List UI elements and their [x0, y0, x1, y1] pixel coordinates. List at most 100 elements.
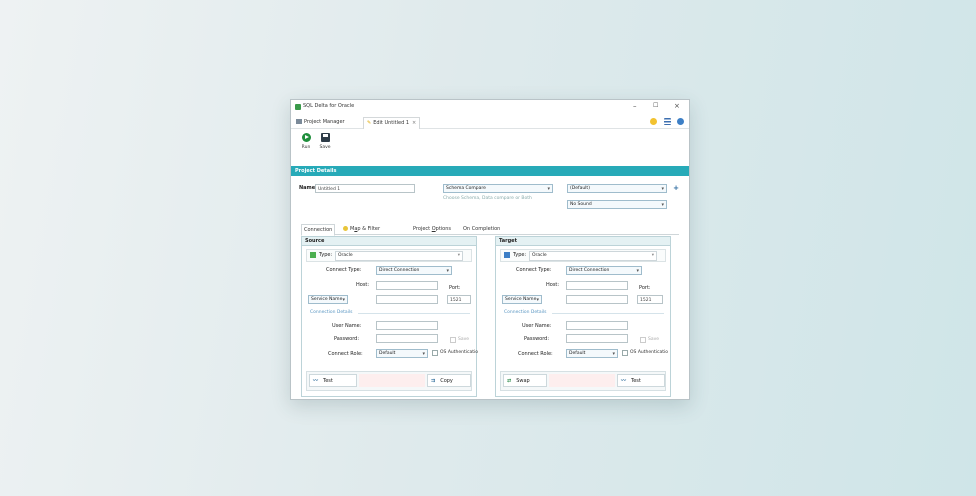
- toolbar: Run Save: [291, 128, 689, 162]
- divider: [358, 313, 470, 314]
- target-status-area: [549, 374, 615, 387]
- menu-icon[interactable]: [664, 118, 671, 125]
- source-connection-details: Connection Details: [310, 310, 353, 315]
- target-panel: Target Type: Oracle Connect Type: Direct…: [495, 236, 671, 397]
- lightbulb-icon[interactable]: [650, 118, 657, 125]
- add-profile-button[interactable]: +: [671, 184, 681, 193]
- source-test-label: Test: [323, 378, 333, 384]
- run-button[interactable]: Run: [297, 133, 315, 150]
- pulse-icon: 〰: [313, 378, 319, 384]
- target-service-select[interactable]: Service Name: [502, 295, 542, 304]
- swap-button[interactable]: ⇄ Swap: [503, 374, 547, 387]
- target-test-button[interactable]: 〰 Test: [617, 374, 665, 387]
- swap-label: Swap: [516, 378, 530, 384]
- target-password-label: Password:: [524, 336, 550, 342]
- panel-tabs: Connection Map & Filter Project Options …: [301, 224, 679, 236]
- profile-select[interactable]: (Default): [567, 184, 667, 193]
- target-os-auth-label: OS Authenticatio: [630, 350, 669, 355]
- target-save-checkbox[interactable]: [640, 337, 646, 343]
- target-password-input[interactable]: [566, 334, 628, 343]
- target-type-select[interactable]: Oracle: [529, 251, 657, 261]
- source-user-label: User Name:: [332, 323, 362, 329]
- source-save-label: Save: [458, 337, 470, 342]
- source-test-button[interactable]: 〰 Test: [309, 374, 357, 387]
- oracle-db-icon: [310, 252, 316, 258]
- source-password-label: Password:: [334, 336, 360, 342]
- target-header: Target: [496, 237, 670, 246]
- source-service-select[interactable]: Service Name: [308, 295, 348, 304]
- source-host-input[interactable]: [376, 281, 438, 290]
- target-port-label: Port:: [639, 285, 651, 291]
- help-icon[interactable]: [677, 118, 684, 125]
- target-connect-type-label: Connect Type:: [516, 267, 552, 273]
- project-name-input[interactable]: Untitled 1: [315, 184, 415, 193]
- source-os-auth-label: OS Authenticatio: [440, 350, 479, 355]
- target-user-label: User Name:: [522, 323, 552, 329]
- source-password-input[interactable]: [376, 334, 438, 343]
- save-label: Save: [319, 145, 331, 150]
- source-type-select[interactable]: Oracle: [335, 251, 463, 261]
- target-connect-role-select[interactable]: Default: [566, 349, 618, 358]
- sound-select[interactable]: No Sound: [567, 200, 667, 209]
- target-connection-details: Connection Details: [504, 310, 547, 315]
- project-details-header: Project Details: [291, 166, 689, 176]
- source-panel: Source Type: Oracle Connect Type: Direct…: [301, 236, 479, 397]
- source-os-auth-checkbox[interactable]: [432, 350, 438, 356]
- source-host-label: Host:: [356, 282, 370, 288]
- play-icon: [301, 133, 311, 142]
- tab-project-options-rest: ptions: [435, 226, 451, 232]
- target-action-bar: ⇄ Swap 〰 Test: [500, 371, 666, 391]
- swap-icon: ⇄: [507, 378, 512, 384]
- target-connect-role-label: Connect Role:: [518, 351, 553, 357]
- source-username-input[interactable]: [376, 321, 438, 330]
- tab-connection[interactable]: Connection: [301, 224, 336, 236]
- source-header: Source: [302, 237, 476, 246]
- source-connect-role-select[interactable]: Default: [376, 349, 428, 358]
- target-port-input[interactable]: 1521: [637, 295, 663, 304]
- source-port-label: Port:: [449, 285, 461, 291]
- app-logo-icon: [295, 104, 301, 110]
- target-connect-type-select[interactable]: Direct Connection: [566, 266, 642, 275]
- source-service-input[interactable]: [376, 295, 438, 304]
- target-host-label: Host:: [546, 282, 560, 288]
- source-status-area: [359, 374, 425, 387]
- target-username-input[interactable]: [566, 321, 628, 330]
- source-port-input[interactable]: 1521: [447, 295, 471, 304]
- tab-project-options-prefix: Project: [413, 226, 432, 232]
- tab-label: Project Manager: [304, 119, 345, 125]
- source-type-label: Type:: [319, 252, 333, 258]
- document-tabs: Project Manager ✎ Edit Untitled 1 ×: [291, 114, 689, 129]
- target-type-label: Type:: [513, 252, 527, 258]
- target-host-input[interactable]: [566, 281, 628, 290]
- target-type-row: Type: Oracle: [500, 249, 666, 262]
- divider: [552, 313, 664, 314]
- target-service-input[interactable]: [566, 295, 628, 304]
- tab-connection-label: Connection: [304, 227, 333, 233]
- app-window: SQL Delta for Oracle – ☐ × Project Manag…: [290, 99, 690, 400]
- copy-icon: ⇉: [431, 378, 436, 384]
- tab-project-manager[interactable]: Project Manager: [293, 117, 348, 128]
- target-save-label: Save: [648, 337, 660, 342]
- compare-type-select[interactable]: Schema Compare: [443, 184, 553, 193]
- floppy-disk-icon: [320, 133, 330, 142]
- project-manager-icon: [296, 119, 302, 124]
- source-connect-type-label: Connect Type:: [326, 267, 362, 273]
- target-os-auth-checkbox[interactable]: [622, 350, 628, 356]
- source-copy-button[interactable]: ⇉ Copy: [427, 374, 471, 387]
- minimize-button[interactable]: –: [633, 102, 637, 110]
- map-filter-icon: [343, 226, 348, 231]
- save-button[interactable]: Save: [316, 133, 334, 150]
- source-copy-label: Copy: [440, 378, 453, 384]
- tab-map-filter[interactable]: Map & Filter: [341, 224, 382, 234]
- source-save-checkbox[interactable]: [450, 337, 456, 343]
- source-type-row: Type: Oracle: [306, 249, 472, 262]
- tab-on-completion[interactable]: On Completion: [461, 224, 502, 234]
- tab-close-icon[interactable]: ×: [412, 120, 416, 126]
- tab-label: Edit Untitled 1: [373, 120, 410, 126]
- maximize-button[interactable]: ☐: [653, 102, 658, 110]
- tab-map-filter-rest: p & Filter: [357, 226, 381, 232]
- tab-project-options[interactable]: Project Options: [411, 224, 453, 234]
- tab-on-completion-label: On Completion: [463, 226, 501, 232]
- source-connect-type-select[interactable]: Direct Connection: [376, 266, 452, 275]
- close-button[interactable]: ×: [674, 102, 680, 110]
